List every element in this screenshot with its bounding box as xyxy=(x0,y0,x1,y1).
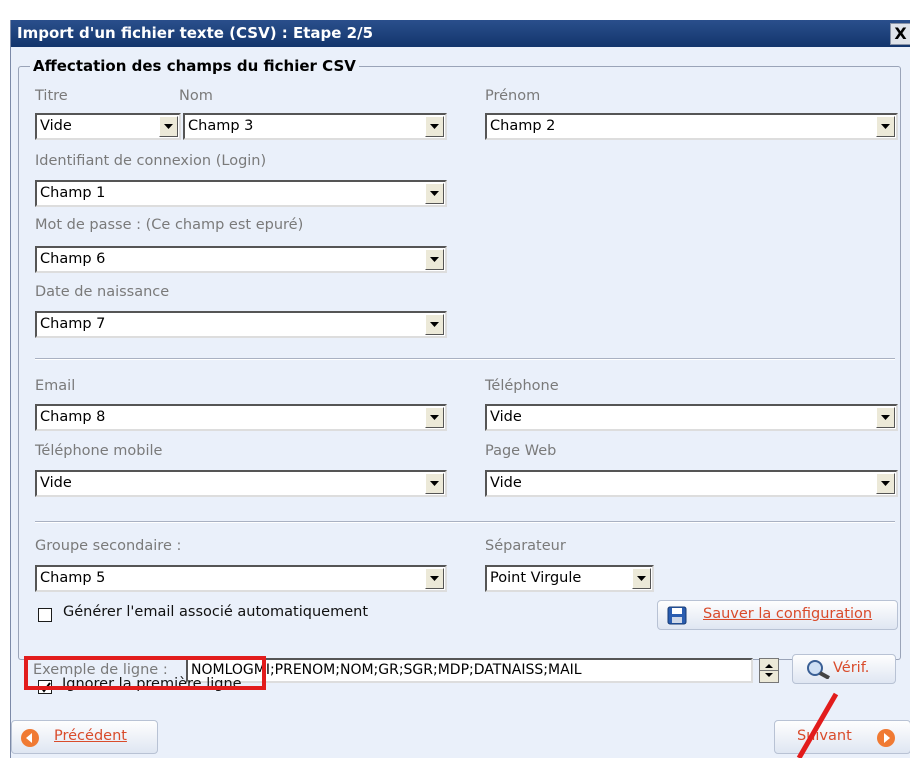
annotation-arrow-line xyxy=(796,692,839,758)
